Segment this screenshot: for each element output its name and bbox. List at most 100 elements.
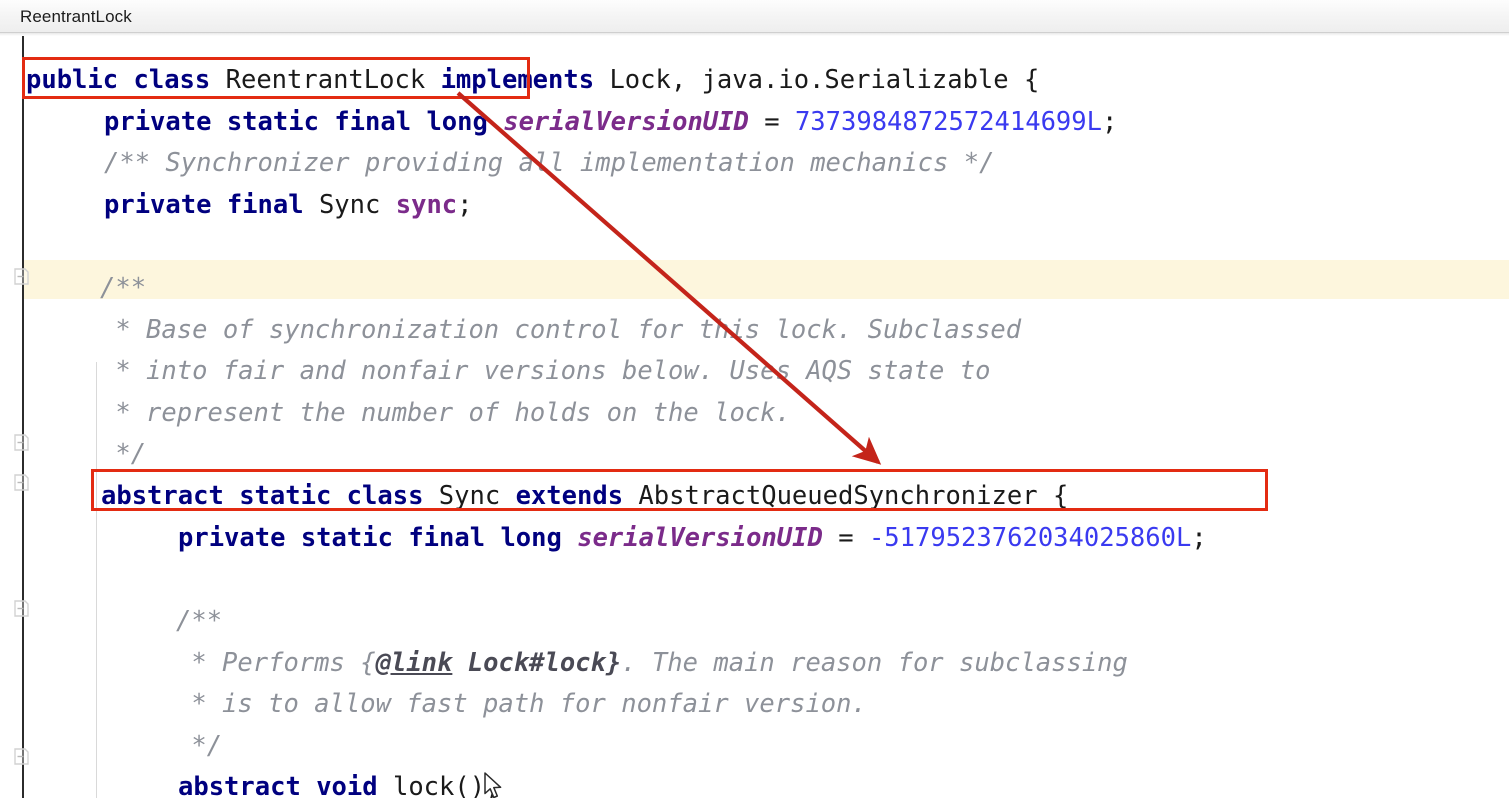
token-comment: /**: [176, 606, 223, 636]
code-line: /**: [176, 601, 222, 643]
code-content[interactable]: public class ReentrantLock implements Lo…: [0, 36, 1509, 798]
code-line: /** Synchronizer providing all implement…: [104, 143, 994, 185]
token-brace: {: [1052, 481, 1069, 511]
token-keyword: final: [408, 522, 486, 553]
token-type: Sync: [318, 189, 381, 220]
token-comment: * Base of synchronization control for th…: [100, 314, 1022, 345]
token-keyword: long: [500, 522, 562, 553]
javadoc-link-target: Lock#lock: [452, 647, 606, 678]
code-line: abstract void lock();: [178, 767, 500, 798]
token-comment: * is to allow fast path for nonfair vers…: [176, 689, 867, 720]
code-line: */: [176, 726, 222, 768]
token-comment-rest: . The main reason for subclassing: [621, 647, 1128, 678]
token-comment-prefix: * Performs {: [176, 647, 376, 678]
token-number: 7373984872572414699L: [794, 106, 1102, 137]
token-keyword: private: [104, 189, 212, 220]
token-comment: /** Synchronizer providing all implement…: [104, 148, 995, 179]
token-interface: java.io.Serializable: [701, 65, 1009, 95]
token-semicolon: ;: [1101, 106, 1118, 137]
token-field: serialVersionUID: [577, 522, 823, 553]
token-keyword: final: [226, 189, 304, 220]
code-editor-window: ReentrantLock public class ReentrantLock…: [0, 0, 1509, 798]
code-line: public class ReentrantLock implements Lo…: [26, 60, 1039, 102]
token-brace: {: [1023, 65, 1040, 95]
token-super-type: AbstractQueuedSynchronizer: [638, 481, 1038, 511]
code-line: * is to allow fast path for nonfair vers…: [176, 684, 867, 726]
token-keyword: static: [226, 106, 319, 137]
token-comment: */: [100, 439, 147, 470]
token-keyword: public: [26, 65, 119, 95]
token-keyword: extends: [515, 481, 624, 511]
token-interface: Lock,: [609, 65, 687, 95]
token-keyword: final: [334, 106, 412, 137]
token-semicolon: ;: [1191, 522, 1207, 553]
token-field: serialVersionUID: [503, 106, 749, 137]
token-number: -5179523762034025860L: [868, 522, 1192, 553]
token-operator: =: [764, 106, 780, 137]
token-semicolon: ;: [457, 189, 473, 220]
token-field: sync: [395, 189, 458, 220]
javadoc-link-tag[interactable]: @link: [376, 648, 453, 678]
token-comment: * represent the number of holds on the l…: [100, 397, 791, 428]
code-line: * represent the number of holds on the l…: [100, 393, 791, 435]
code-line: abstract static class Sync extends Abstr…: [101, 476, 1068, 518]
token-comment: /**: [100, 273, 147, 303]
editor-tab-strip: ReentrantLock: [0, 0, 1509, 33]
javadoc-link-close: }: [605, 647, 622, 678]
token-keyword: class: [133, 65, 211, 95]
token-comment: * into fair and nonfair versions below. …: [100, 356, 991, 387]
code-line: private static final long serialVersionU…: [104, 102, 1117, 144]
code-line: * Base of synchronization control for th…: [100, 310, 1021, 352]
token-operator: =: [838, 522, 854, 553]
token-keyword: private: [178, 522, 286, 553]
editor-tab-label: ReentrantLock: [20, 6, 132, 26]
code-line: private static final long serialVersionU…: [178, 518, 1207, 560]
code-line: /**: [100, 268, 146, 310]
token-type-name: Sync: [438, 481, 501, 511]
token-type-name: ReentrantLock: [225, 65, 426, 95]
code-line: * Performs {@link Lock#lock}. The main r…: [176, 643, 1128, 685]
token-comment: */: [176, 730, 223, 761]
token-keyword: static: [300, 522, 393, 553]
token-keyword: static: [239, 481, 332, 511]
token-keyword: long: [426, 106, 488, 137]
token-keyword: abstract: [101, 481, 224, 511]
editor-tab-reentrantlock[interactable]: ReentrantLock: [0, 0, 148, 33]
token-keyword: void: [316, 772, 378, 798]
code-line: */: [100, 434, 146, 476]
token-method-name: lock();: [392, 772, 501, 798]
code-line: * into fair and nonfair versions below. …: [100, 351, 990, 393]
token-keyword: implements: [440, 65, 595, 95]
code-line: private final Sync sync;: [104, 185, 473, 227]
code-editor-area[interactable]: public class ReentrantLock implements Lo…: [0, 36, 1509, 798]
token-keyword: class: [346, 481, 424, 511]
token-keyword: abstract: [178, 772, 301, 798]
